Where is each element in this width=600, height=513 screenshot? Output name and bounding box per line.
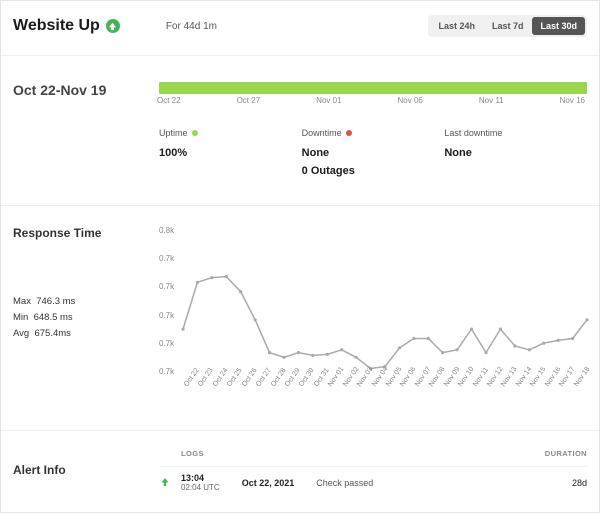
y-tick: 0.7k: [159, 254, 174, 263]
uptime-bar-fill: [159, 82, 587, 94]
range-tabs: Last 24h Last 7d Last 30d: [428, 15, 587, 37]
tab-last-30d[interactable]: Last 30d: [532, 17, 585, 35]
tick: Oct 27: [237, 96, 261, 105]
resp-min-val: 648.5 ms: [34, 312, 73, 323]
stat-value: None: [444, 147, 587, 159]
resp-max-lbl: Max: [13, 296, 31, 307]
tick: Oct 22: [157, 96, 181, 105]
stat-downtime: Downtime None 0 Outages: [302, 123, 445, 177]
app-frame: Website Up For 44d 1m Last 24h Last 7d L…: [0, 0, 600, 513]
stat-label-text: Downtime: [302, 128, 342, 138]
alert-msg: Check passed: [316, 478, 373, 488]
y-tick: 0.7k: [159, 367, 174, 376]
stat-label: Downtime: [302, 128, 352, 138]
tick: Nov 11: [479, 96, 504, 105]
uptime-bar: Oct 22 Oct 27 Nov 01 Nov 06 Nov 11 Nov 1…: [159, 82, 587, 105]
stat-last-downtime: Last downtime None: [444, 123, 587, 177]
alert-row[interactable]: 13:04 02:04 UTC Oct 22, 2021 Check passe…: [159, 466, 587, 493]
resp-min: Min 648.5 ms: [13, 310, 159, 326]
resp-avg-val: 675.4ms: [34, 328, 70, 339]
period-stats: Uptime 100% Downtime None 0 Outages Last…: [159, 123, 587, 177]
stat-value: None: [302, 147, 445, 159]
stat-uptime: Uptime 100%: [159, 123, 302, 177]
alert-title: Alert Info: [13, 463, 159, 477]
chart-y-axis: 0.8k 0.7k 0.7k 0.7k 0.7k 0.7k: [159, 226, 174, 376]
y-tick: 0.8k: [159, 226, 174, 235]
resp-avg-lbl: Avg: [13, 328, 29, 339]
stat-label: Uptime: [159, 128, 198, 138]
title-text: Website Up: [13, 17, 100, 35]
y-tick: 0.7k: [159, 339, 174, 348]
dot-green-icon: [192, 130, 198, 136]
page-title: Website Up: [13, 17, 120, 35]
alert-time: 13:04 02:04 UTC: [181, 473, 220, 493]
period-section: Oct 22-Nov 19 Oct 22 Oct 27 Nov 01 Nov 0…: [1, 56, 599, 205]
resp-avg: Avg 675.4ms: [13, 326, 159, 342]
tab-last-7d[interactable]: Last 7d: [484, 17, 532, 35]
status-up-icon: [106, 19, 120, 33]
stat-value: 100%: [159, 147, 302, 159]
response-title: Response Time: [13, 226, 159, 240]
response-stats: Max 746.3 ms Min 648.5 ms Avg 675.4ms: [13, 294, 159, 342]
dot-red-icon: [346, 130, 352, 136]
header: Website Up For 44d 1m Last 24h Last 7d L…: [1, 1, 599, 55]
resp-max: Max 746.3 ms: [13, 294, 159, 310]
uptime-bar-ticks: Oct 22 Oct 27 Nov 01 Nov 06 Nov 11 Nov 1…: [159, 96, 587, 105]
alert-date: Oct 22, 2021: [242, 478, 295, 488]
chart-plot: [183, 226, 587, 376]
arrow-up-icon: [159, 477, 170, 488]
alert-duration: 28d: [572, 478, 587, 488]
tick: Nov 01: [316, 96, 341, 105]
stat-label: Last downtime: [444, 128, 502, 138]
response-section: Response Time Max 746.3 ms Min 648.5 ms …: [1, 206, 599, 430]
alert-head: LOGS DURATION: [159, 449, 587, 458]
response-chart: 0.8k 0.7k 0.7k 0.7k 0.7k 0.7k Oct 22Oct …: [159, 226, 587, 406]
resp-max-val: 746.3 ms: [36, 296, 75, 307]
head-logs: LOGS: [181, 449, 527, 458]
stat-label-text: Uptime: [159, 128, 188, 138]
tick: Nov 06: [398, 96, 423, 105]
alert-time-local: 13:04: [181, 473, 220, 483]
head-duration: DURATION: [527, 449, 587, 458]
y-tick: 0.7k: [159, 282, 174, 291]
resp-min-lbl: Min: [13, 312, 28, 323]
chart-x-axis: Oct 22Oct 23Oct 24Oct 25Oct 26Oct 27Oct …: [183, 376, 587, 404]
alert-section: Alert Info LOGS DURATION 13:04 02:04 UTC…: [1, 431, 599, 505]
period-range: Oct 22-Nov 19: [13, 82, 159, 98]
stat-outages: 0 Outages: [302, 165, 445, 177]
y-tick: 0.7k: [159, 311, 174, 320]
alert-time-utc: 02:04 UTC: [181, 483, 220, 492]
tab-last-24h[interactable]: Last 24h: [430, 17, 483, 35]
tick: Nov 16: [560, 96, 585, 105]
uptime-duration: For 44d 1m: [166, 21, 217, 32]
